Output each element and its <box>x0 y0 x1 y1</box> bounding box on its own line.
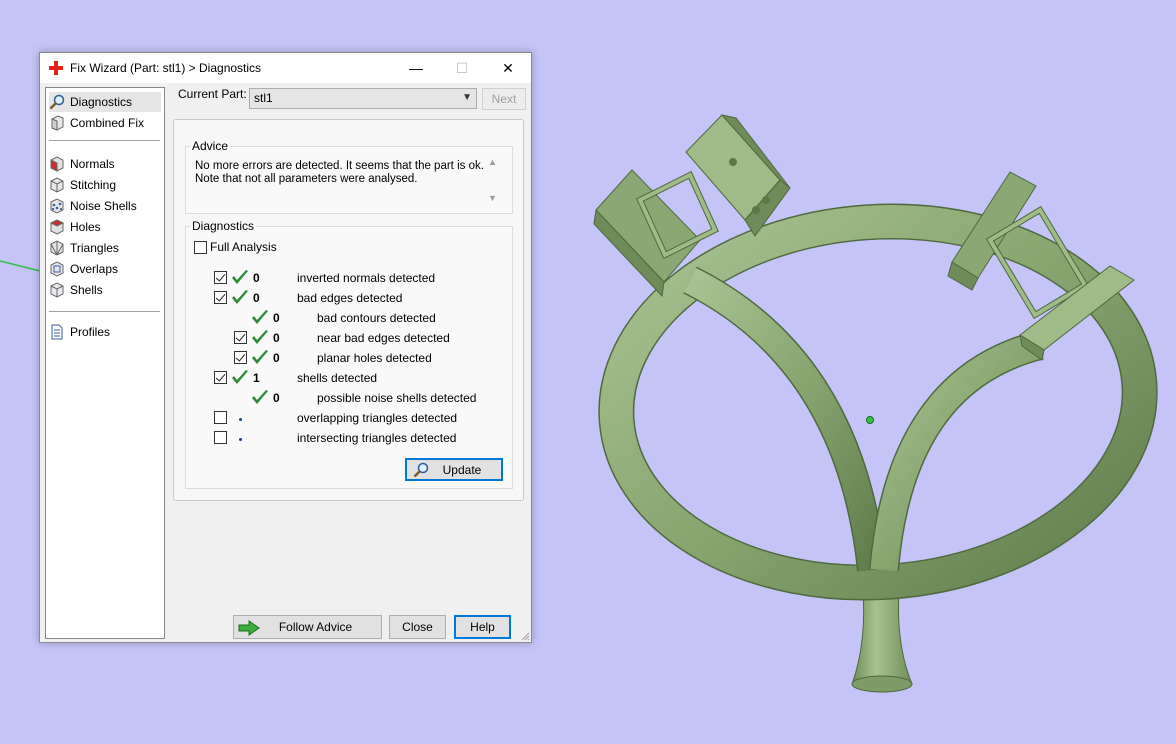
green-check-icon <box>232 290 248 304</box>
shells-cube-icon <box>50 282 64 298</box>
green-check-icon <box>232 270 248 284</box>
full-analysis-label: Full Analysis <box>210 240 277 254</box>
diagnostic-text: bad edges detected <box>297 291 403 305</box>
noise-shells-icon <box>50 198 64 214</box>
resize-grip-icon[interactable] <box>520 631 530 641</box>
fix-wizard-dialog: Fix Wizard (Part: stl1) > Diagnostics — … <box>39 52 532 643</box>
stitching-cube-icon <box>50 177 64 193</box>
update-button[interactable]: Update <box>405 458 503 481</box>
advice-text: No more errors are detected. It seems th… <box>195 160 485 186</box>
sidebar-item-label: Triangles <box>70 241 119 255</box>
next-button[interactable]: Next <box>482 88 526 110</box>
diagnostic-count: 0 <box>253 291 260 305</box>
overlaps-cube-icon <box>50 261 64 277</box>
sidebar-item-label: Profiles <box>70 325 111 339</box>
diagnostic-text: shells detected <box>297 371 378 385</box>
diagnostic-count: 0 <box>273 351 280 365</box>
normals-cube-icon <box>50 156 64 172</box>
diagnostic-text: planar holes detected <box>317 351 432 365</box>
sidebar-item-holes[interactable]: Holes <box>49 217 161 237</box>
green-check-icon <box>232 370 248 384</box>
diagnostic-checkbox[interactable] <box>214 431 227 444</box>
diagnostic-count: 0 <box>273 331 280 345</box>
maximize-button[interactable]: ☐ <box>439 53 485 83</box>
advice-line-1: No more errors are detected. It seems th… <box>195 160 484 172</box>
cube-icon <box>51 115 64 131</box>
sidebar-item-label: Shells <box>70 283 103 297</box>
chevron-down-icon: ▼ <box>462 92 472 103</box>
sidebar-item-profiles[interactable]: Profiles <box>49 322 161 342</box>
sidebar-item-noise-shells[interactable]: Noise Shells <box>49 196 161 216</box>
sidebar-item-label: Normals <box>70 157 115 171</box>
scroll-down-icon[interactable]: ▼ <box>488 193 497 203</box>
sidebar-item-diagnostics[interactable]: Diagnostics <box>49 92 161 112</box>
sidebar-item-label: Overlaps <box>70 262 119 276</box>
current-part-label: Current Part: <box>178 87 247 101</box>
advice-line-2: Note that not all parameters were analys… <box>195 173 418 185</box>
help-button[interactable]: Help <box>454 615 511 639</box>
sidebar-item-label: Stitching <box>70 178 117 192</box>
sidebar-item-label: Combined Fix <box>70 116 145 130</box>
current-part-value: stl1 <box>254 91 273 105</box>
diagnostic-text: possible noise shells detected <box>317 391 477 405</box>
diagnostic-checkbox[interactable] <box>214 271 227 284</box>
follow-advice-label: Follow Advice <box>278 620 353 634</box>
green-check-icon <box>252 390 268 404</box>
diagnostic-text: overlapping triangles detected <box>297 411 458 425</box>
arrow-right-icon <box>238 620 260 636</box>
triangles-cube-icon <box>50 240 64 256</box>
scroll-up-icon[interactable]: ▲ <box>488 157 497 167</box>
diagnostic-text: inverted normals detected <box>297 271 436 285</box>
diagnostic-checkbox[interactable] <box>214 411 227 424</box>
diagnostic-text: near bad edges detected <box>317 331 450 345</box>
red-cross-icon <box>49 61 63 75</box>
diagnostic-text: intersecting triangles detected <box>297 431 457 445</box>
close-window-button[interactable]: ✕ <box>485 53 531 83</box>
window-title: Fix Wizard (Part: stl1) > Diagnostics <box>70 61 262 75</box>
diagnostic-count: 0 <box>253 271 260 285</box>
sidebar-divider <box>49 311 160 312</box>
document-icon <box>51 324 63 340</box>
sidebar-item-triangles[interactable]: Triangles <box>49 238 161 258</box>
sidebar-item-stitching[interactable]: Stitching <box>49 175 161 195</box>
magnifier-icon <box>49 94 65 110</box>
sidebar-item-label: Noise Shells <box>70 199 137 213</box>
sidebar-item-combined-fix[interactable]: Combined Fix <box>49 113 161 133</box>
close-button[interactable]: Close <box>389 615 446 639</box>
update-label: Update <box>442 462 482 477</box>
sidebar-item-normals[interactable]: Normals <box>49 154 161 174</box>
green-check-icon <box>252 310 268 324</box>
diagnostic-text: bad contours detected <box>317 311 436 325</box>
green-check-icon <box>252 330 268 344</box>
magnifier-icon <box>413 462 429 478</box>
wizard-sidebar: Diagnostics Combined Fix Normals Stitchi… <box>45 87 165 639</box>
pending-dot-icon <box>239 438 242 441</box>
sidebar-item-label: Diagnostics <box>70 95 133 109</box>
diagnostic-checkbox[interactable] <box>234 331 247 344</box>
diagnostic-count: 0 <box>273 391 280 405</box>
diagnostic-checkbox[interactable] <box>214 371 227 384</box>
minimize-button[interactable]: — <box>393 53 439 83</box>
advice-scrollbar[interactable]: ▲ ▼ <box>486 157 500 205</box>
sidebar-item-label: Holes <box>70 220 101 234</box>
title-bar[interactable]: Fix Wizard (Part: stl1) > Diagnostics — … <box>40 53 531 83</box>
pending-dot-icon <box>239 418 242 421</box>
diagnostic-count: 0 <box>273 311 280 325</box>
diagnostic-checkbox[interactable] <box>214 291 227 304</box>
current-part-select[interactable]: stl1 ▼ <box>249 88 477 109</box>
holes-cube-icon <box>49 219 65 235</box>
follow-advice-button[interactable]: Follow Advice <box>233 615 382 639</box>
diagnostic-count: 1 <box>253 371 260 385</box>
axis-line <box>0 260 41 272</box>
sidebar-item-overlaps[interactable]: Overlaps <box>49 259 161 279</box>
green-check-icon <box>252 350 268 364</box>
full-analysis-checkbox[interactable] <box>194 241 207 254</box>
diagnostics-title: Diagnostics <box>190 219 257 233</box>
sidebar-divider <box>49 140 160 141</box>
advice-title: Advice <box>190 139 231 153</box>
sidebar-item-shells[interactable]: Shells <box>49 280 161 300</box>
diagnostic-checkbox[interactable] <box>234 351 247 364</box>
